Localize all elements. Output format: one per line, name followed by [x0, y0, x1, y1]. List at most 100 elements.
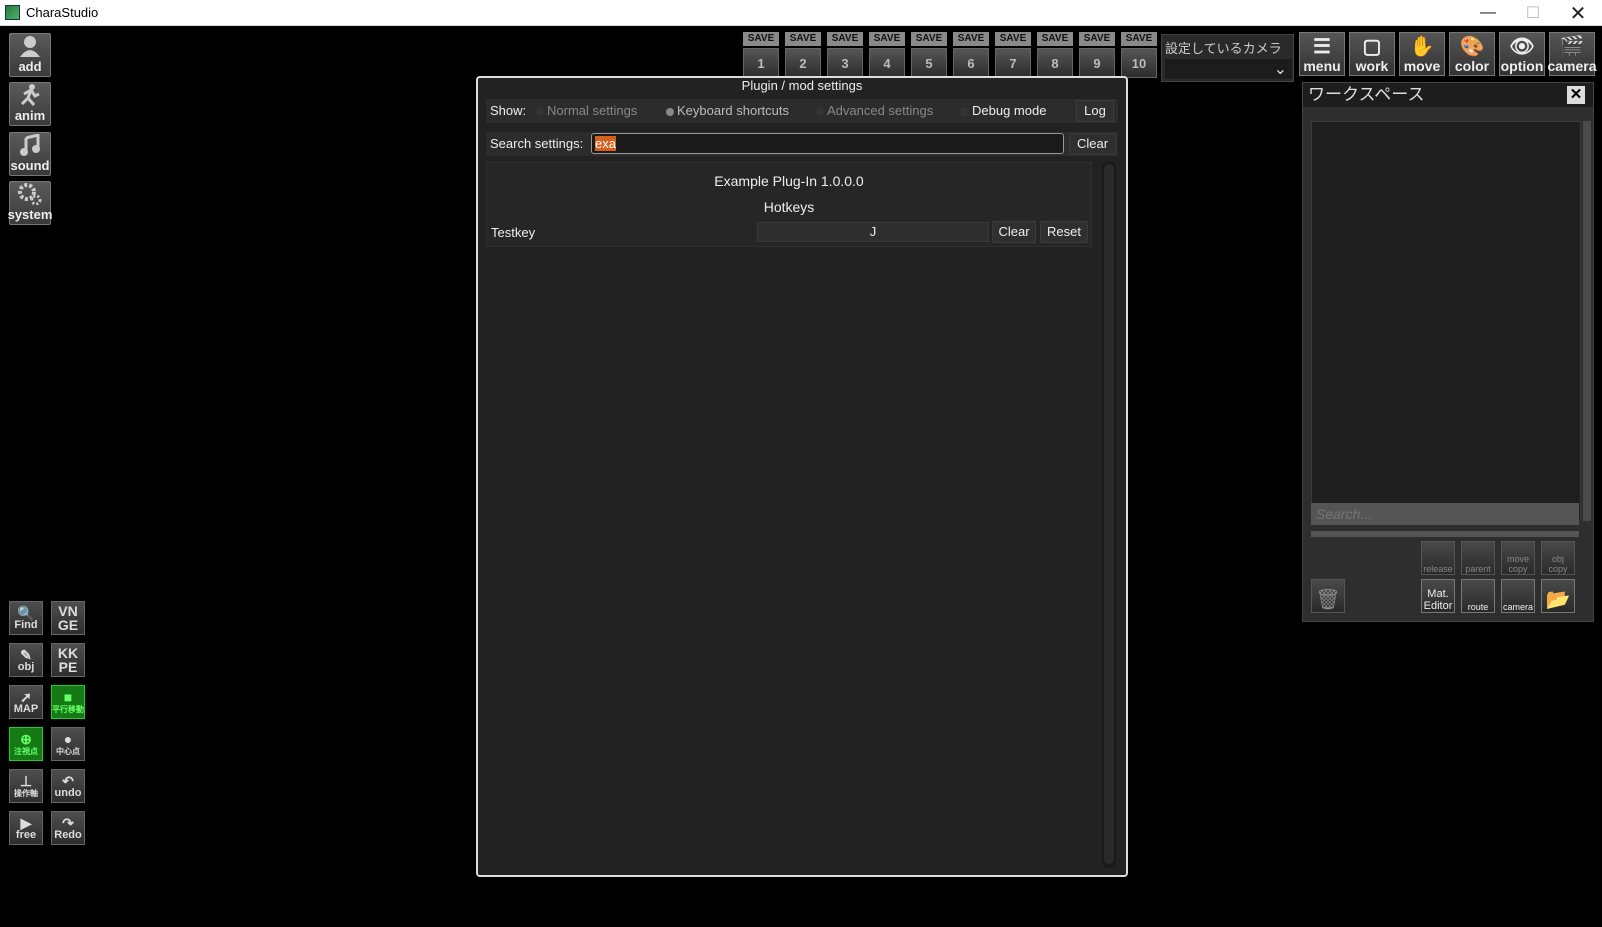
redo-button[interactable]: ↷ Redo [51, 811, 85, 845]
search-clear-button[interactable]: Clear [1069, 133, 1116, 155]
debug-mode-checkbox[interactable]: Debug mode [961, 103, 1046, 118]
move-copy-button[interactable]: move copy [1501, 541, 1535, 575]
route-button[interactable]: route [1461, 579, 1495, 613]
camera-button[interactable]: 🎬 camera [1547, 32, 1597, 76]
app-icon [5, 5, 20, 20]
dialog-title: Plugin / mod settings [741, 78, 863, 93]
anim-button[interactable]: anim [9, 82, 51, 126]
search-settings-label: Search settings: [490, 136, 584, 151]
settings-scrollbar[interactable] [1102, 162, 1116, 868]
release-button[interactable]: release [1421, 541, 1455, 575]
clapperboard-icon: 6 [953, 48, 989, 78]
save-label: SAVE [1079, 32, 1115, 46]
kkpe-label-top: KK [57, 645, 79, 661]
parent-button[interactable]: parent [1461, 541, 1495, 575]
close-button[interactable]: ✕ [1556, 0, 1600, 26]
vnge-button[interactable]: VN GE [51, 601, 85, 635]
scrollbar-thumb[interactable] [1104, 164, 1114, 864]
workspace-camera-button[interactable]: camera [1501, 579, 1535, 613]
save-slot-5[interactable]: SAVE 5 [911, 32, 947, 78]
workspace-horizontal-scrollbar[interactable] [1311, 531, 1579, 537]
option-button[interactable]: 👁 option [1499, 32, 1545, 76]
save-label: SAVE [911, 32, 947, 46]
menu-label: menu [1303, 58, 1341, 74]
workspace-search-input[interactable] [1311, 503, 1579, 525]
menu-icon: ☰ [1313, 36, 1331, 58]
center-point-button[interactable]: ● 中心点 [51, 727, 85, 761]
camera-selector-label: 設定しているカメラ [1165, 41, 1282, 56]
clapperboard-icon: 7 [995, 48, 1031, 78]
work-label: work [1355, 58, 1389, 74]
camera-selector[interactable]: 設定しているカメラ ⌄ [1161, 34, 1294, 82]
parallel-move-button[interactable]: ■ 平行移動 [51, 685, 85, 719]
search-settings-input[interactable]: exa [591, 133, 1064, 154]
save-label: SAVE [995, 32, 1031, 46]
work-button[interactable]: ▢ work [1349, 32, 1395, 76]
normal-settings-radio[interactable]: Normal settings [536, 103, 637, 118]
maximize-button[interactable]: ☐ [1511, 0, 1555, 26]
save-slot-3[interactable]: SAVE 3 [827, 32, 863, 78]
obj-copy-label: obj copy [1548, 554, 1568, 574]
setting-reset-button[interactable]: Reset [1040, 221, 1088, 243]
vnge-label-bottom: GE [57, 617, 79, 633]
axis-button[interactable]: ⊥ 操作軸 [9, 769, 43, 803]
kkpe-button[interactable]: KK PE [51, 643, 85, 677]
move-button[interactable]: ✋ move [1399, 32, 1445, 76]
debug-mode-label: Debug mode [972, 103, 1047, 118]
clapperboard-icon: 🎬 [1559, 36, 1585, 58]
show-label: Show: [490, 103, 527, 118]
sound-button[interactable]: sound [9, 132, 51, 176]
map-button[interactable]: ➚ MAP [9, 685, 43, 719]
save-label: SAVE [827, 32, 863, 46]
undo-arrow-icon: ↶ [62, 772, 74, 789]
video-camera-icon: ▶ [20, 814, 32, 831]
add-label: add [18, 59, 42, 74]
advanced-settings-label: Advanced settings [827, 103, 934, 118]
trash-button[interactable]: 🗑 [1311, 579, 1345, 613]
clapperboard-icon: 8 [1037, 48, 1073, 78]
save-slot-4[interactable]: SAVE 4 [869, 32, 905, 78]
hotkey-field[interactable]: J [757, 222, 989, 242]
setting-clear-button[interactable]: Clear [992, 221, 1036, 243]
redo-label: Redo [54, 828, 82, 841]
axis-label: 操作軸 [14, 788, 38, 798]
folder-button[interactable]: 📂 [1541, 579, 1575, 613]
keyboard-shortcuts-radio[interactable]: Keyboard shortcuts [666, 103, 789, 118]
gaze-point-button[interactable]: ⊕ 注視点 [9, 727, 43, 761]
find-button[interactable]: 🔍 Find [9, 601, 43, 635]
system-button[interactable]: system [7, 181, 53, 225]
save-slot-8[interactable]: SAVE 8 [1037, 32, 1073, 78]
save-slot-1[interactable]: SAVE 1 [743, 32, 779, 78]
add-button[interactable]: add [9, 33, 51, 77]
save-slot-2[interactable]: SAVE 2 [785, 32, 821, 78]
log-button[interactable]: Log [1076, 100, 1114, 122]
minimize-button[interactable]: — [1466, 0, 1510, 26]
system-label: system [7, 207, 53, 222]
save-slot-6[interactable]: SAVE 6 [953, 32, 989, 78]
workspace-tree[interactable] [1311, 121, 1581, 521]
mat-editor-button[interactable]: Mat. Editor [1421, 579, 1455, 613]
menu-button[interactable]: ☰ menu [1299, 32, 1345, 76]
color-button[interactable]: 🎨 color [1449, 32, 1495, 76]
kkpe-label-bottom: PE [58, 659, 78, 675]
free-camera-button[interactable]: ▶ free [9, 811, 43, 845]
save-slot-7[interactable]: SAVE 7 [995, 32, 1031, 78]
circle-icon: ● [63, 730, 73, 747]
center-label: 中心点 [56, 746, 80, 756]
obj-button[interactable]: ✎ obj [9, 643, 43, 677]
keyboard-shortcuts-label: Keyboard shortcuts [677, 103, 790, 118]
advanced-settings-radio[interactable]: Advanced settings [816, 103, 933, 118]
save-slot-9[interactable]: SAVE 9 [1079, 32, 1115, 78]
hand-icon: ✋ [1409, 36, 1435, 58]
save-slot-10[interactable]: SAVE 10 [1121, 32, 1157, 78]
save-label: SAVE [1121, 32, 1157, 46]
search-row: Search settings: exa Clear [486, 132, 1118, 156]
undo-button[interactable]: ↶ undo [51, 769, 85, 803]
obj-copy-button[interactable]: obj copy [1541, 541, 1575, 575]
person-icon [18, 35, 42, 57]
magnifier-icon: 🔍 [17, 604, 35, 621]
workspace-scrollbar[interactable] [1583, 121, 1591, 521]
color-label: color [1454, 58, 1490, 74]
workspace-close-icon[interactable]: ✕ [1567, 86, 1585, 104]
clapperboard-icon: 4 [869, 48, 905, 78]
